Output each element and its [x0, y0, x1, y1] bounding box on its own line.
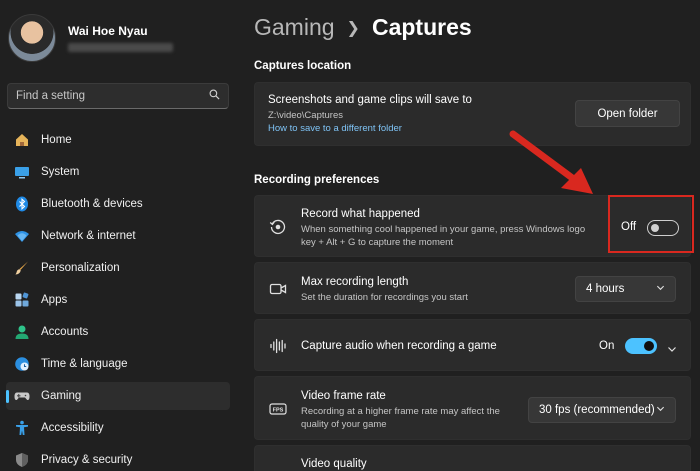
- chevron-down-icon: [656, 283, 665, 295]
- captures-location-card: Screenshots and game clips will save to …: [254, 82, 691, 146]
- capture-audio-state: On: [599, 340, 615, 352]
- avatar: [8, 14, 56, 62]
- capture-audio-title: Capture audio when recording a game: [301, 340, 497, 352]
- dropdown-value: 4 hours: [586, 283, 625, 295]
- sidebar-item-gaming[interactable]: Gaming: [6, 382, 230, 410]
- save-location-link[interactable]: How to save to a different folder: [268, 122, 402, 136]
- toggle-knob: [644, 341, 654, 351]
- svg-text:FPS: FPS: [273, 408, 284, 414]
- video-quality-card: Video quality: [254, 445, 691, 471]
- max-recording-length-desc: Set the duration for recordings you star…: [301, 292, 468, 303]
- user-profile[interactable]: Wai Hoe Nyau: [8, 14, 173, 62]
- record-what-happened-desc-line2: key + Alt + G to capture the moment: [301, 237, 454, 248]
- sidebar-item-label: Personalization: [41, 262, 120, 274]
- apps-icon: [14, 292, 30, 308]
- captures-location-title: Screenshots and game clips will save to: [268, 94, 472, 106]
- record-history-icon: [269, 218, 287, 236]
- sidebar-item-home[interactable]: Home: [6, 126, 230, 154]
- sidebar-item-privacy-security[interactable]: Privacy & security: [6, 446, 230, 471]
- max-recording-length-dropdown[interactable]: 4 hours: [575, 276, 676, 302]
- search-icon: [209, 87, 220, 105]
- captures-path: Z:\video\Captures: [268, 110, 343, 121]
- sidebar-item-time-language[interactable]: Time & language: [6, 350, 230, 378]
- profile-text: Wai Hoe Nyau: [68, 24, 173, 52]
- sidebar-item-label: Accounts: [41, 326, 89, 338]
- sidebar-item-label: Privacy & security: [41, 454, 133, 466]
- record-what-happened-desc-line1: When something cool happened in your gam…: [301, 224, 586, 235]
- search-input[interactable]: Find a setting: [7, 83, 229, 109]
- profile-email-blurred: [68, 43, 173, 52]
- video-frame-rate-card: FPS Video frame rate Recording at a high…: [254, 376, 691, 440]
- breadcrumb-parent[interactable]: Gaming: [254, 14, 335, 41]
- chevron-down-icon: [656, 404, 665, 416]
- search-placeholder: Find a setting: [16, 90, 86, 102]
- sidebar-item-accessibility[interactable]: Accessibility: [6, 414, 230, 442]
- video-frame-rate-title: Video frame rate: [301, 390, 386, 402]
- system-icon: [14, 164, 30, 180]
- sidebar-item-label: Apps: [41, 294, 68, 306]
- globe-clock-icon: [14, 356, 30, 372]
- max-recording-length-title: Max recording length: [301, 276, 409, 288]
- sidebar-item-label: Bluetooth & devices: [41, 198, 143, 210]
- wifi-icon: [14, 228, 30, 244]
- sidebar-item-system[interactable]: System: [6, 158, 230, 186]
- capture-audio-toggle[interactable]: [625, 338, 657, 354]
- sidebar: Wai Hoe Nyau Find a setting Home System …: [0, 0, 240, 471]
- video-frame-rate-desc-line2: quality of your game: [301, 419, 387, 430]
- video-frame-rate-dropdown[interactable]: 30 fps (recommended): [528, 397, 676, 423]
- video-quality-title: Video quality: [301, 458, 367, 470]
- open-folder-button[interactable]: Open folder: [575, 100, 680, 127]
- sidebar-item-apps[interactable]: Apps: [6, 286, 230, 314]
- video-camera-icon: [269, 280, 287, 298]
- annotation-arrow-icon: [509, 130, 593, 194]
- sidebar-item-label: Time & language: [41, 358, 128, 370]
- gamepad-icon: [14, 388, 30, 404]
- chevron-right-icon: ❯: [346, 19, 360, 37]
- shield-icon: [14, 452, 30, 468]
- dropdown-value: 30 fps (recommended): [539, 404, 655, 416]
- annotation-highlight-box: [608, 195, 694, 253]
- breadcrumb: Gaming ❯ Captures: [254, 14, 472, 41]
- sidebar-item-label: Accessibility: [41, 422, 104, 434]
- fps-icon: FPS: [269, 400, 287, 418]
- capture-audio-card: Capture audio when recording a game On: [254, 319, 691, 371]
- accessibility-icon: [14, 420, 30, 436]
- section-title-captures-location: Captures location: [254, 60, 352, 72]
- brush-icon: [14, 260, 30, 276]
- record-what-happened-title: Record what happened: [301, 208, 420, 220]
- profile-name: Wai Hoe Nyau: [68, 24, 148, 38]
- sidebar-item-accounts[interactable]: Accounts: [6, 318, 230, 346]
- sidebar-item-label: Network & internet: [41, 230, 136, 242]
- accounts-icon: [14, 324, 30, 340]
- sidebar-item-network[interactable]: Network & internet: [6, 222, 230, 250]
- sidebar-item-personalization[interactable]: Personalization: [6, 254, 230, 282]
- home-icon: [14, 132, 30, 148]
- section-title-recording-preferences: Recording preferences: [254, 174, 380, 186]
- sidebar-item-label: Home: [41, 134, 72, 146]
- bluetooth-icon: [14, 196, 30, 212]
- sidebar-item-label: Gaming: [41, 390, 82, 402]
- video-frame-rate-desc-line1: Recording at a higher frame rate may aff…: [301, 406, 500, 417]
- max-recording-length-card: Max recording length Set the duration fo…: [254, 262, 691, 314]
- sidebar-item-label: System: [41, 166, 80, 178]
- sidebar-nav: Home System Bluetooth & devices Network …: [6, 126, 230, 471]
- audio-waveform-icon: [269, 337, 287, 355]
- chevron-down-icon[interactable]: [667, 341, 677, 352]
- page-title: Captures: [371, 14, 472, 40]
- sidebar-item-bluetooth[interactable]: Bluetooth & devices: [6, 190, 230, 218]
